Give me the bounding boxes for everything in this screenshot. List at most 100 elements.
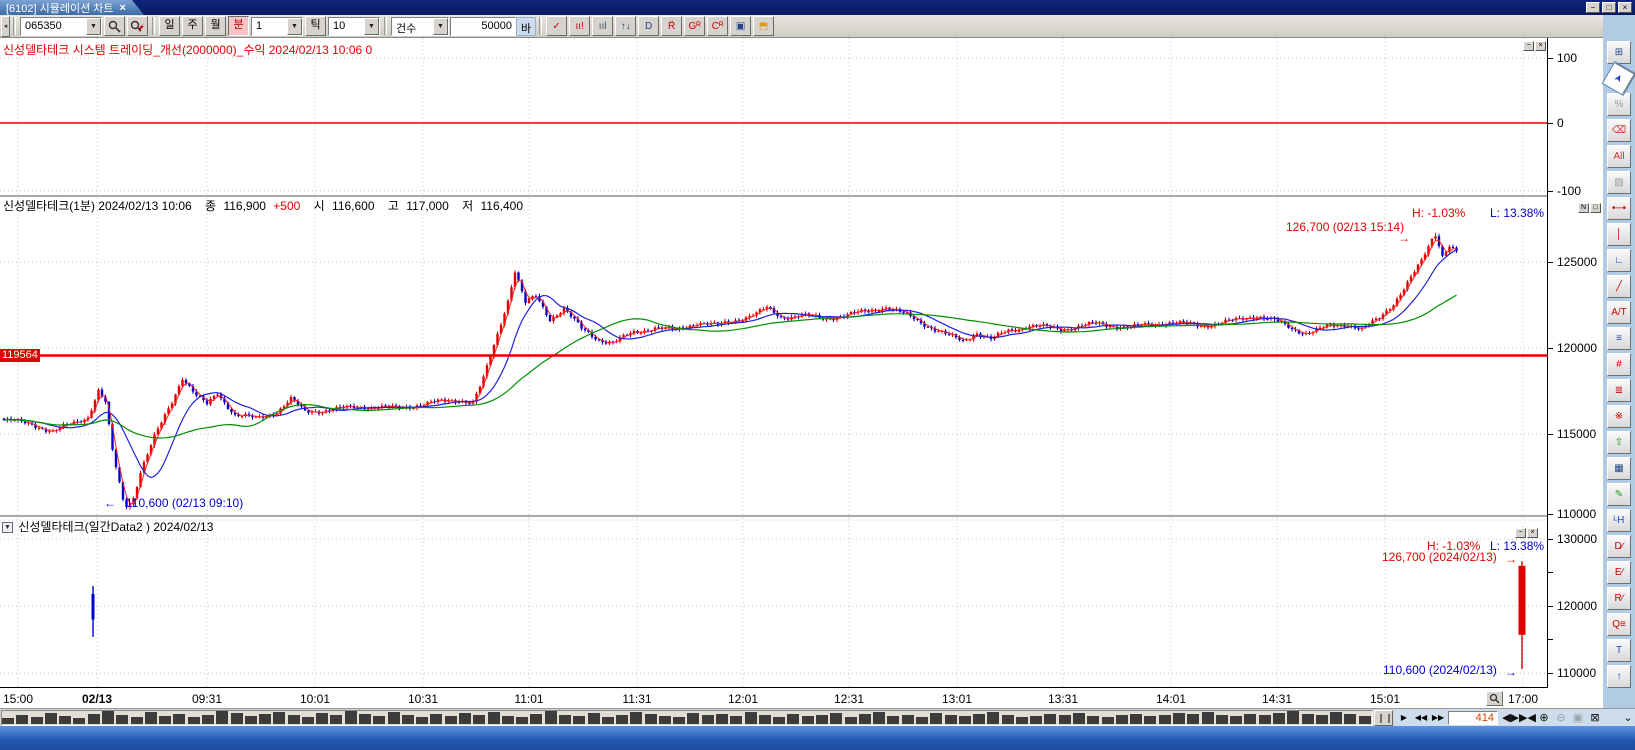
scrollbar-thumb[interactable] xyxy=(1374,710,1393,726)
axis-minor-tick xyxy=(1548,639,1553,640)
volume-bar xyxy=(759,715,771,724)
volume-bar xyxy=(987,712,999,724)
hlines-stack-icon[interactable]: ≡ xyxy=(1607,327,1631,350)
page-first-button[interactable]: ◀◀ xyxy=(1413,711,1429,725)
high-value: 117,000 xyxy=(406,199,449,213)
daily-pane-button[interactable]: × xyxy=(1527,528,1538,538)
shrink-bars-button[interactable]: ▶◀ xyxy=(1519,710,1535,726)
maximize-button[interactable]: □ xyxy=(1602,2,1616,13)
chart-scrollbar: ⌄ ▶◀◀▶▶ ◀▶▶◀⊕⊖▣⊠ xyxy=(0,708,1635,726)
r-hatch-icon[interactable]: R∕ xyxy=(1607,587,1631,610)
volume-bar xyxy=(573,716,585,724)
period-button-분[interactable]: 분 xyxy=(228,16,249,36)
chevron-down-icon[interactable]: ⌄ xyxy=(1620,710,1635,726)
zoom-out-button[interactable]: ⊖ xyxy=(1553,710,1569,726)
trendline-icon[interactable]: ╱ xyxy=(1607,275,1631,298)
collapse-pane-icon[interactable]: ▼ xyxy=(2,522,13,533)
toolbar-collapse-button[interactable]: ◂ xyxy=(1,16,10,37)
chevron-down-icon[interactable]: ▼ xyxy=(364,18,379,35)
t-text-icon[interactable]: T xyxy=(1607,639,1631,662)
time-label: 12:01 xyxy=(728,692,758,706)
daily-pane-button[interactable]: − xyxy=(1515,528,1526,538)
new-document-icon[interactable]: D xyxy=(638,16,659,36)
tick-combobox[interactable]: 10 ▼ xyxy=(328,17,380,36)
tab-close-icon[interactable]: × xyxy=(120,2,126,14)
q-list-icon[interactable]: Q≡ xyxy=(1607,613,1631,636)
period-button-주[interactable]: 주 xyxy=(182,16,203,36)
toolbar-icon-group: ✓ıı!ııl↑↓DR̈GᴿCᴿ▣⬒ xyxy=(545,16,775,36)
volume-minimap[interactable] xyxy=(1,710,1373,726)
pattern-icon[interactable]: ※ xyxy=(1607,405,1631,428)
vline-tool-icon[interactable]: │ xyxy=(1607,223,1631,246)
open-folder-icon[interactable]: ⬒ xyxy=(753,16,774,36)
arrow-up-icon[interactable]: ⇧ xyxy=(1607,431,1631,454)
period-button-월[interactable]: 월 xyxy=(205,16,226,36)
e-hatch-icon[interactable]: E∕ xyxy=(1607,561,1631,584)
text-tool-icon[interactable]: A/T xyxy=(1607,301,1631,324)
pencil-icon[interactable]: ✎ xyxy=(1607,483,1631,506)
step-line-icon[interactable]: ∟ xyxy=(1607,249,1631,272)
period-button-일[interactable]: 일 xyxy=(159,16,180,36)
chart-layout-icon[interactable]: ⊞ xyxy=(1607,41,1631,64)
volume-bar xyxy=(416,717,428,724)
minute-pane-button[interactable]: □ xyxy=(1590,203,1601,213)
minimize-button[interactable]: − xyxy=(1586,2,1600,13)
save-icon[interactable]: ▣ xyxy=(730,16,751,36)
zoom-area-icon[interactable]: ▨ xyxy=(1607,171,1631,194)
volume-bars-icon[interactable]: ııl xyxy=(592,16,613,36)
zoom-in-button[interactable]: ⊕ xyxy=(1536,710,1552,726)
bar-count-input[interactable] xyxy=(1448,711,1498,725)
eraser-all-icon[interactable]: All xyxy=(1607,145,1631,168)
count-bars-icon[interactable]: # xyxy=(1607,353,1631,376)
volume-bar xyxy=(45,713,57,724)
volume-bar xyxy=(659,716,671,724)
arrow-top-icon[interactable]: ↑ xyxy=(1607,665,1631,688)
signal-bars-icon[interactable]: ıı! xyxy=(569,16,590,36)
cursor-icon[interactable]: ➤ xyxy=(1603,62,1635,94)
stock-code-combobox[interactable]: 065350 ▼ xyxy=(20,17,102,36)
axis-zoom-button[interactable] xyxy=(1486,691,1503,706)
volume-bar xyxy=(73,718,85,724)
strategy-check-icon[interactable]: ✓ xyxy=(546,16,567,36)
open-value: 116,600 xyxy=(332,199,375,213)
count-input[interactable] xyxy=(450,17,516,36)
scroll-right-button[interactable]: ▶ xyxy=(1397,711,1411,725)
red-lines-icon[interactable]: ≣ xyxy=(1607,379,1631,402)
volume-bar xyxy=(1102,717,1114,724)
tick-button[interactable]: 틱 xyxy=(305,16,326,36)
profit-pane-button[interactable]: × xyxy=(1535,41,1546,51)
chart-canvas[interactable] xyxy=(0,38,1548,690)
close-zoom-button[interactable]: ⊠ xyxy=(1587,710,1603,726)
profit-pane-button[interactable]: − xyxy=(1523,41,1534,51)
lh-chart-icon[interactable]: ᴸH xyxy=(1607,509,1631,532)
chart-r-icon[interactable]: Gᴿ xyxy=(684,16,705,36)
count-combobox[interactable]: 건수 ▼ xyxy=(391,17,449,36)
percent-icon[interactable]: % xyxy=(1607,93,1631,116)
volume-bar xyxy=(388,712,400,724)
eraser-check-icon[interactable]: ⌫ xyxy=(1607,119,1631,142)
search-reset-button[interactable] xyxy=(127,16,148,36)
volume-bar xyxy=(459,713,471,724)
minute-pane-button[interactable]: N xyxy=(1578,203,1589,213)
refresh-r-icon[interactable]: R̈ xyxy=(661,16,682,36)
close-button[interactable]: × xyxy=(1618,2,1632,13)
d-hatch-icon[interactable]: D∕ xyxy=(1607,535,1631,558)
period-combobox[interactable]: 1 ▼ xyxy=(251,17,303,36)
window-tab[interactable]: [6102] 시뮬레이션 차트 × xyxy=(0,0,144,15)
volume-bar xyxy=(887,716,899,724)
search-button[interactable] xyxy=(104,16,125,36)
volume-bar xyxy=(345,711,357,724)
page-last-button[interactable]: ▶▶ xyxy=(1430,711,1446,725)
fit-button[interactable]: ▣ xyxy=(1570,710,1586,726)
chevron-down-icon[interactable]: ▼ xyxy=(86,18,101,35)
time-axis: 15:0002/1309:3110:0110:3111:0111:3112:01… xyxy=(0,690,1603,708)
expand-bars-button[interactable]: ◀▶ xyxy=(1502,710,1518,726)
chevron-down-icon[interactable]: ▼ xyxy=(287,18,302,35)
main-toolbar: ◂ 065350 ▼ 일주월분 1 ▼ 틱 10 ▼ 건수 ▼ 바 ✓ıı xyxy=(0,15,1635,38)
chevron-down-icon[interactable]: ▼ xyxy=(433,18,448,35)
hline-tool-icon[interactable]: •─• xyxy=(1607,197,1631,220)
sort-arrows-icon[interactable]: ↑↓ xyxy=(615,16,636,36)
copy-r-icon[interactable]: Cᴿ xyxy=(707,16,728,36)
grid-box-icon[interactable]: ▦ xyxy=(1607,457,1631,480)
volume-bar xyxy=(330,715,342,724)
